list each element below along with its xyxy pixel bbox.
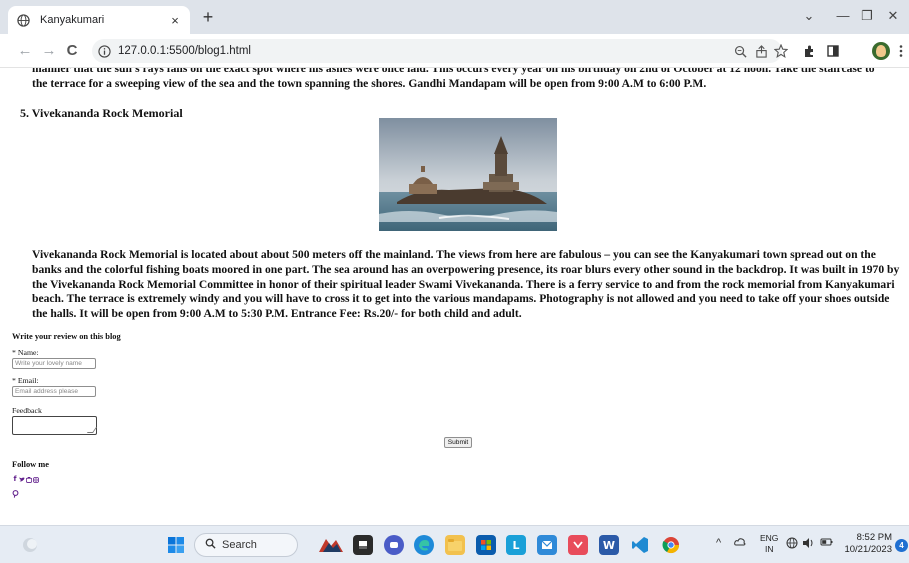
info-icon[interactable]	[96, 43, 112, 59]
feedback-label: Feedback	[12, 406, 42, 415]
menu-icon[interactable]	[893, 43, 909, 59]
follow-me-title: Follow me	[12, 460, 49, 469]
widgets-icon[interactable]	[20, 535, 40, 555]
back-button[interactable]: ←	[16, 43, 34, 59]
twitter-icon[interactable]	[19, 476, 25, 483]
gandhi-mandapam-paragraph: manner that the sun's rays falls on the …	[32, 68, 875, 90]
search-label: Search	[222, 539, 257, 551]
word-icon[interactable]: W	[599, 535, 619, 555]
vivekananda-paragraph: Vivekananda Rock Memorial is located abo…	[32, 248, 900, 321]
file-explorer-dark-icon[interactable]	[353, 535, 373, 555]
sidebar-icon[interactable]	[825, 43, 841, 59]
clock-date: 10/21/2023	[844, 544, 892, 555]
share-icon[interactable]	[754, 44, 768, 58]
tab-close-icon[interactable]: ×	[168, 13, 182, 28]
store-icon[interactable]	[476, 535, 496, 555]
name-label: * Name:	[12, 348, 39, 357]
vivekananda-rock-photo	[379, 118, 557, 231]
tray-chevron-icon[interactable]: ^	[716, 537, 721, 549]
copilot-icon[interactable]	[316, 535, 346, 555]
search-icon	[205, 536, 216, 554]
tab-title: Kanyakumari	[40, 14, 105, 26]
chrome-icon[interactable]	[661, 535, 681, 555]
section-heading: 5. Vivekananda Rock Memorial	[20, 106, 183, 120]
clock[interactable]: 8:52 PM 10/21/2023	[842, 532, 892, 556]
taskbar-search[interactable]: Search	[194, 533, 298, 557]
chat-icon[interactable]	[384, 535, 404, 555]
volume-icon[interactable]	[802, 537, 815, 552]
pocket-icon[interactable]	[568, 535, 588, 555]
browser-tab-bar: Kanyakumari × + ⌄ — ❐ ✕	[0, 0, 909, 34]
submit-button[interactable]: Submit	[444, 437, 472, 448]
tab-search-chevron-icon[interactable]: ⌄	[800, 8, 818, 24]
star-icon[interactable]	[774, 44, 788, 58]
name-input[interactable]: Write your lovely name	[12, 358, 96, 369]
forward-button[interactable]: →	[40, 43, 58, 59]
battery-icon[interactable]	[820, 537, 833, 550]
restore-button[interactable]: ❐	[858, 8, 876, 24]
instagram-icon[interactable]	[33, 476, 39, 483]
facebook-icon[interactable]: f	[12, 476, 18, 483]
url-text: 127.0.0.1:5500/blog1.html	[118, 45, 251, 57]
language-line2: IN	[764, 544, 774, 554]
outlook-icon[interactable]	[537, 535, 557, 555]
browser-toolbar: ← → C 127.0.0.1:5500/blog1.html	[0, 34, 909, 68]
feedback-textarea[interactable]	[12, 416, 97, 435]
globe-icon	[16, 13, 30, 27]
language-line1: ENG	[760, 533, 779, 543]
youtube-icon[interactable]	[26, 476, 32, 483]
extensions-icon[interactable]	[801, 43, 817, 59]
taskbar: Search L W ^ ENG IN 8:52 PM 10/21/2023 4	[0, 525, 909, 563]
vscode-icon[interactable]	[630, 535, 650, 555]
folder-icon[interactable]	[445, 535, 465, 555]
email-input[interactable]: Email address please	[12, 386, 96, 397]
social-links: f	[12, 476, 39, 483]
email-label: * Email:	[12, 376, 39, 385]
clock-time: 8:52 PM	[856, 532, 892, 543]
minimize-button[interactable]: —	[834, 8, 852, 23]
pinterest-icon[interactable]	[12, 485, 19, 498]
blog-page: manner that the sun's rays falls on the …	[0, 68, 909, 525]
close-window-button[interactable]: ✕	[884, 8, 902, 24]
notification-badge[interactable]: 4	[895, 539, 908, 552]
address-bar[interactable]: 127.0.0.1:5500/blog1.html	[92, 39, 782, 63]
edge-icon[interactable]	[414, 535, 434, 555]
tab-kanyakumari[interactable]: Kanyakumari ×	[8, 6, 190, 34]
network-icon[interactable]	[786, 537, 798, 552]
avatar[interactable]	[872, 42, 890, 60]
start-icon[interactable]	[166, 535, 186, 555]
reload-button[interactable]: C	[63, 43, 81, 59]
language-indicator[interactable]: ENG IN	[760, 533, 778, 555]
onedrive-icon[interactable]	[734, 537, 746, 550]
review-form-title: Write your review on this blog	[12, 332, 121, 341]
zoom-icon[interactable]	[733, 44, 747, 58]
app-l-icon[interactable]: L	[506, 535, 526, 555]
new-tab-button[interactable]: +	[198, 8, 218, 26]
